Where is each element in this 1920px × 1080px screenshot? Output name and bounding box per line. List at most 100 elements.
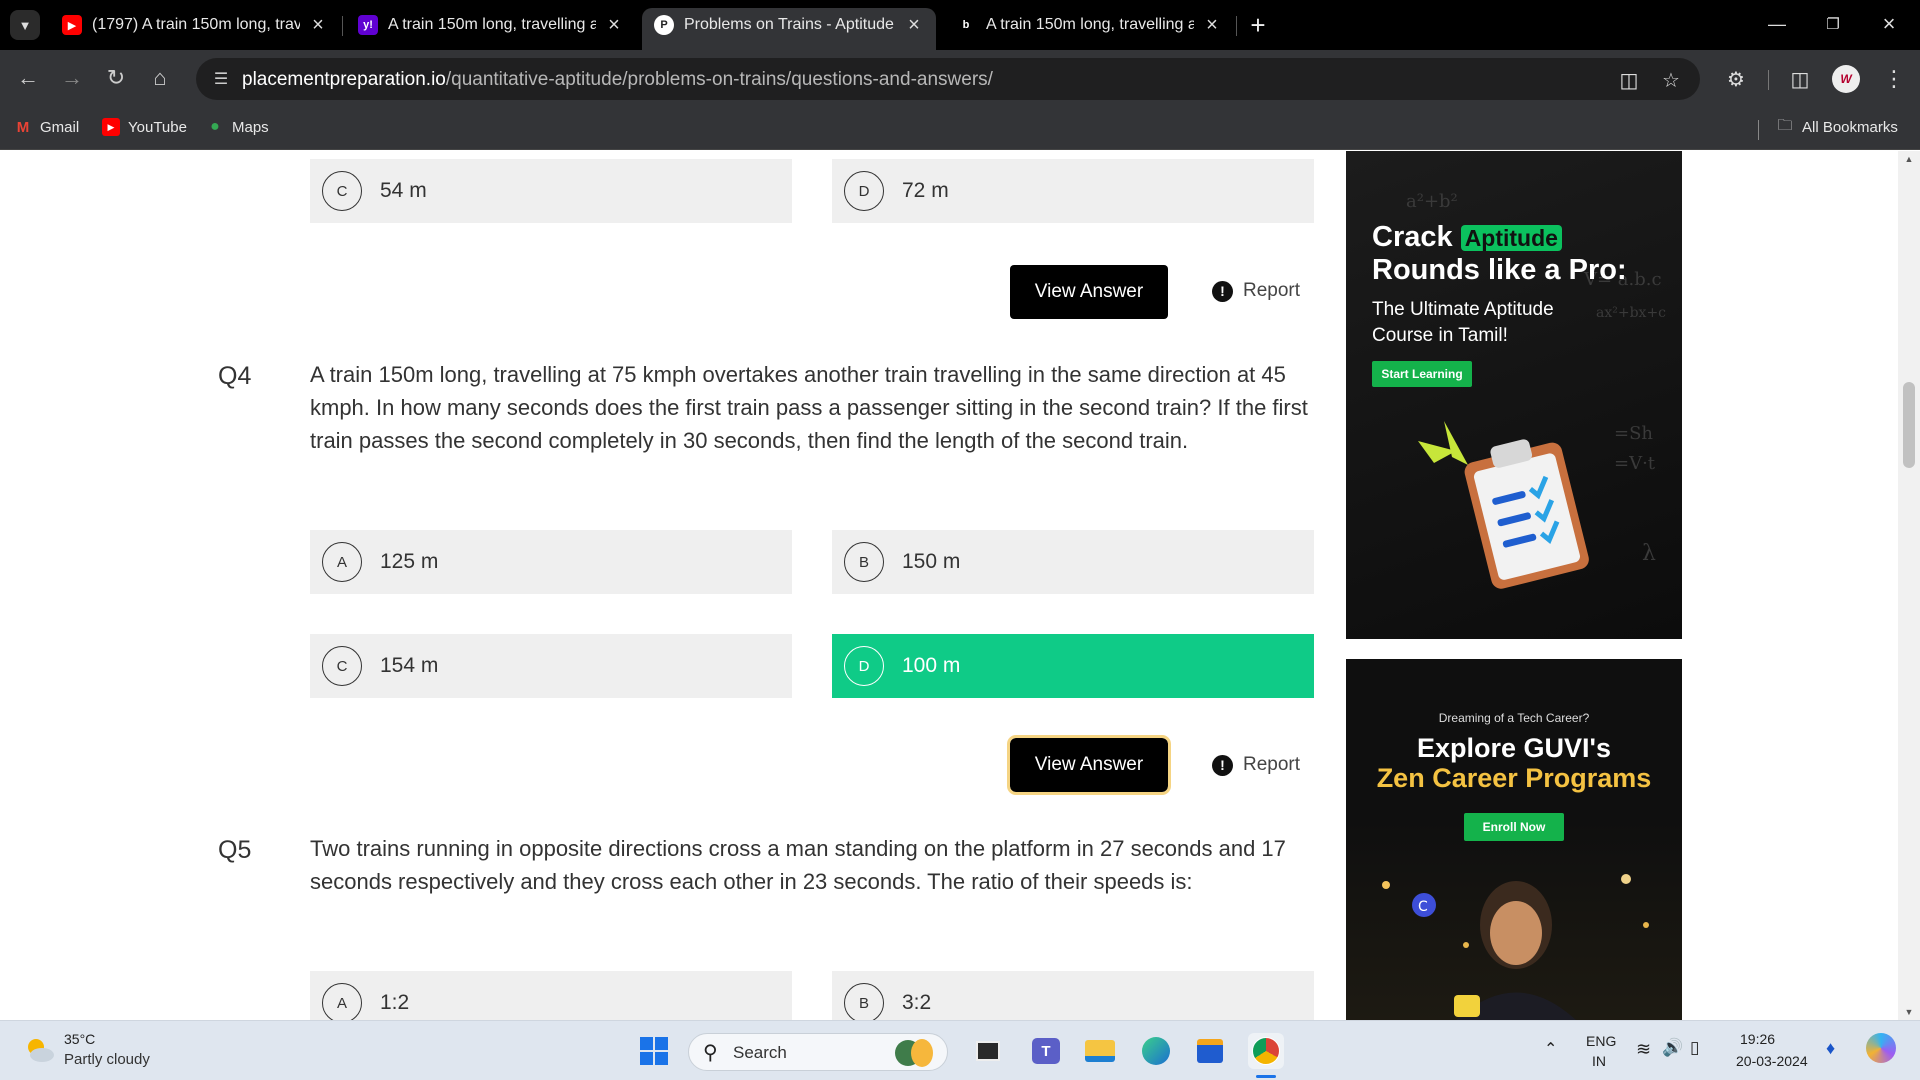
option-c[interactable]: C 54 m (310, 159, 792, 223)
ad-title: Crack Aptitude Rounds like a Pro: (1372, 221, 1672, 286)
minimize-button[interactable]: — (1754, 6, 1800, 42)
notification-bell-icon[interactable]: ♦ (1826, 1038, 1835, 1059)
tab-title: A train 150m long, travelling at (388, 16, 596, 33)
scroll-down-icon[interactable]: ▼ (1898, 1004, 1920, 1020)
windows-start-icon[interactable] (636, 1033, 672, 1069)
reload-button[interactable]: ↻ (98, 60, 134, 96)
windows-taskbar: 35°C Partly cloudy ⚲ Search T ⌃ ENG IN ≋… (0, 1020, 1920, 1080)
option-d-correct[interactable]: D 100 m (832, 634, 1314, 698)
close-icon[interactable]: × (308, 14, 328, 37)
tab-search-button[interactable]: ▼ (10, 10, 40, 40)
tab-youtube[interactable]: ▶ (1797) A train 150m long, travel × (50, 8, 340, 42)
start-learning-button[interactable]: Start Learning (1372, 361, 1472, 387)
battery-icon[interactable]: ▯ (1690, 1038, 1699, 1058)
language-indicator[interactable]: ENG (1586, 1033, 1616, 1049)
bookmark-star-icon[interactable]: ☆ (1658, 67, 1684, 93)
all-bookmarks[interactable]: 🗀 All Bookmarks (1776, 117, 1898, 136)
chalk-decoration: λ (1642, 541, 1656, 566)
bookmark-gmail[interactable]: M Gmail (14, 118, 79, 136)
url-path: /quantitative-aptitude/problems-on-train… (445, 69, 993, 90)
youtube-icon: ▶ (62, 15, 82, 35)
clock-time[interactable]: 19:26 (1740, 1031, 1775, 1047)
yahoo-icon: y! (358, 15, 378, 35)
extensions-icon[interactable]: ⚙ (1720, 63, 1752, 95)
site-info-icon[interactable]: ☰ (210, 68, 232, 90)
option-value: 100 m (902, 654, 961, 677)
weather-temperature[interactable]: 35°C (64, 1031, 95, 1047)
volume-icon[interactable]: 🔊 (1662, 1038, 1683, 1058)
chalk-decoration: a²+b² (1406, 191, 1458, 212)
chrome-icon[interactable] (1248, 1033, 1284, 1069)
view-answer-button[interactable]: View Answer (1007, 735, 1171, 795)
option-d[interactable]: D 72 m (832, 159, 1314, 223)
option-letter: B (844, 542, 884, 582)
taskbar-search[interactable]: ⚲ Search (688, 1033, 948, 1071)
region-indicator[interactable]: IN (1592, 1053, 1606, 1069)
file-explorer-icon[interactable] (1082, 1033, 1118, 1069)
address-url[interactable]: placementpreparation.io/quantitative-apt… (242, 69, 993, 91)
close-icon[interactable]: × (904, 14, 924, 37)
option-letter: C (322, 646, 362, 686)
option-b[interactable]: B 150 m (832, 530, 1314, 594)
side-panel-icon[interactable]: ◫ (1784, 63, 1816, 95)
wifi-icon[interactable]: ≋ (1636, 1039, 1651, 1060)
alert-icon: ! (1212, 280, 1233, 302)
tab-active-placementpreparation[interactable]: P Problems on Trains - Aptitude P × (642, 8, 936, 50)
enroll-now-button[interactable]: Enroll Now (1464, 813, 1564, 841)
option-value: 72 m (902, 179, 949, 202)
report-link[interactable]: ! Report (1212, 280, 1300, 302)
task-view-icon[interactable] (970, 1033, 1006, 1069)
option-a[interactable]: A 1:2 (310, 971, 792, 1020)
close-window-button[interactable]: × (1866, 6, 1912, 42)
toolbar-divider (1768, 70, 1769, 90)
tab-title: Problems on Trains - Aptitude P (684, 16, 896, 33)
copilot-icon[interactable] (1866, 1033, 1896, 1063)
svg-text:C: C (1418, 899, 1428, 915)
home-button[interactable]: ⌂ (142, 60, 178, 96)
ad-aptitude-course[interactable]: a²+b² V= a.b.c ax²+bx+c =Sh =V·t λ Crack… (1346, 151, 1682, 639)
option-value: 125 m (380, 550, 439, 573)
report-label: Report (1243, 280, 1301, 301)
new-tab-button[interactable]: + (1243, 10, 1273, 40)
install-app-icon[interactable]: ◫ (1616, 67, 1642, 93)
ad-title-b: Zen Career Programs (1376, 763, 1652, 793)
scroll-up-icon[interactable]: ▲ (1898, 151, 1920, 167)
close-icon[interactable]: × (1202, 14, 1222, 37)
edge-icon[interactable] (1138, 1033, 1174, 1069)
address-bar[interactable]: ☰ placementpreparation.io/quantitative-a… (196, 58, 1700, 100)
scrollbar-thumb[interactable] (1903, 382, 1915, 468)
tab-yahoo[interactable]: y! A train 150m long, travelling at × (346, 8, 636, 42)
bookmark-label: Gmail (40, 118, 80, 136)
tab-bing[interactable]: b A train 150m long, travelling at × (944, 8, 1234, 42)
all-bookmarks-label: All Bookmarks (1802, 118, 1898, 136)
view-answer-button[interactable]: View Answer (1010, 265, 1168, 319)
forward-button[interactable]: → (54, 60, 90, 96)
restore-button[interactable]: ❐ (1810, 6, 1856, 42)
partly-cloudy-icon[interactable] (22, 1033, 56, 1067)
show-hidden-icons-icon[interactable]: ⌃ (1544, 1039, 1557, 1059)
url-domain: placementpreparation.io (242, 69, 446, 90)
close-icon[interactable]: × (604, 14, 624, 37)
weather-description[interactable]: Partly cloudy (64, 1051, 150, 1068)
teams-icon[interactable]: T (1028, 1033, 1064, 1069)
option-b[interactable]: B 3:2 (832, 971, 1314, 1020)
option-value: 3:2 (902, 991, 932, 1014)
option-value: 154 m (380, 654, 439, 677)
question-text: A train 150m long, travelling at 75 kmph… (310, 362, 1308, 453)
microsoft-store-icon[interactable] (1192, 1033, 1228, 1069)
bookmark-maps[interactable]: ● Maps (206, 118, 269, 136)
bookmark-youtube[interactable]: ▶ YouTube (102, 118, 187, 136)
report-link[interactable]: ! Report (1212, 754, 1300, 776)
clock-date[interactable]: 20-03-2024 (1736, 1053, 1808, 1069)
ad-title-a: Explore GUVI's (1417, 733, 1611, 763)
page-scrollbar[interactable]: ▲ ▼ (1898, 151, 1920, 1020)
search-icon: ⚲ (703, 1042, 718, 1064)
question-text: Two trains running in opposite direction… (310, 836, 1286, 894)
profile-avatar[interactable]: W (1832, 65, 1860, 93)
option-c[interactable]: C 154 m (310, 634, 792, 698)
back-button[interactable]: ← (10, 60, 46, 96)
search-placeholder: Search (733, 1043, 787, 1062)
option-a[interactable]: A 125 m (310, 530, 792, 594)
ad-guvi-zen[interactable]: Dreaming of a Tech Career? Explore GUVI'… (1346, 659, 1682, 1020)
menu-kebab-icon[interactable]: ⋮ (1878, 63, 1910, 95)
